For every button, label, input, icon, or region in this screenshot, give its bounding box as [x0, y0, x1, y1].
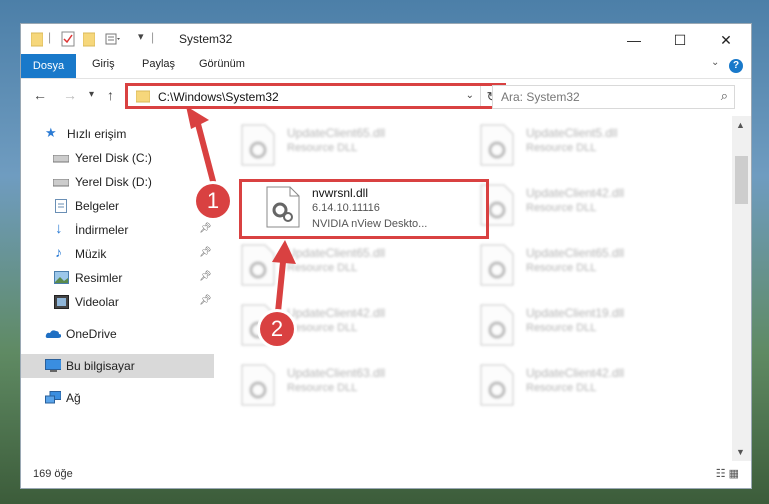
step-1-badge: 1: [196, 184, 230, 218]
arrow-to-address-bar: [186, 106, 217, 186]
arrow-to-file: [272, 240, 296, 313]
annotation-arrows: [186, 106, 296, 313]
step-2-badge: 2: [260, 312, 294, 346]
